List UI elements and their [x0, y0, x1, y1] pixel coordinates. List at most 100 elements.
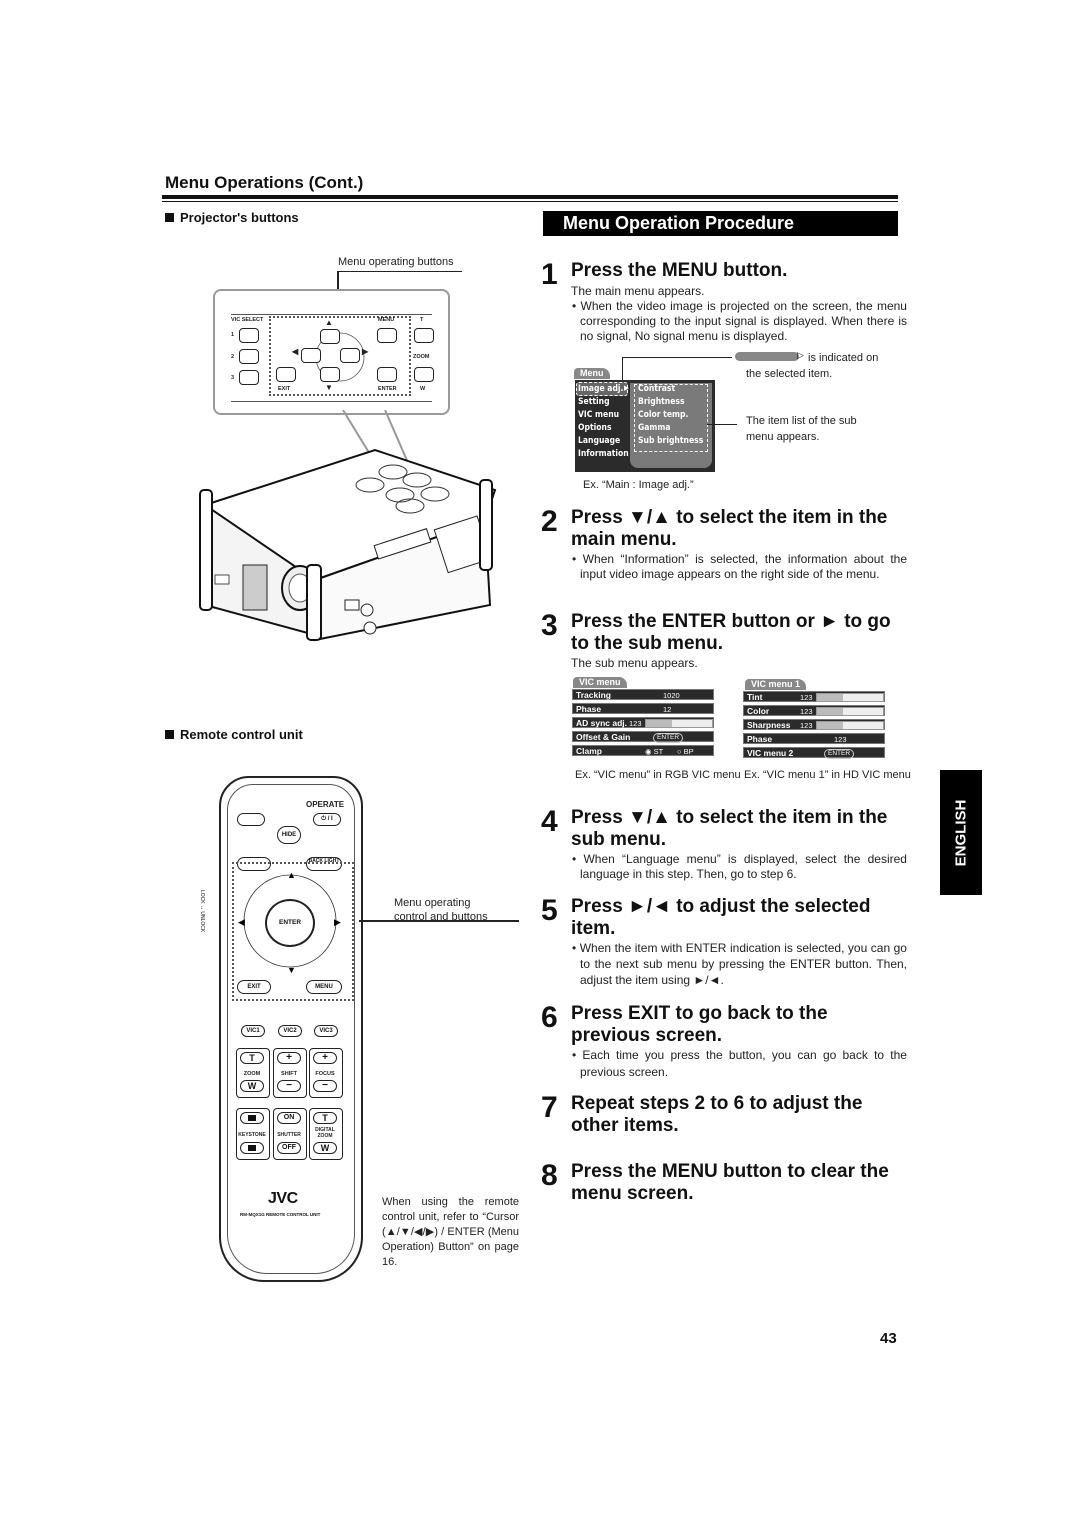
note-sublist: The item list of the sub menu appears.	[746, 415, 857, 443]
main-menu-item[interactable]: Language	[578, 435, 629, 448]
zoom-w-remote-button[interactable]: W	[240, 1080, 264, 1092]
focus-plus-button[interactable]: +	[313, 1052, 337, 1064]
remote-exit-button[interactable]: EXIT	[237, 980, 271, 994]
down-button[interactable]	[320, 367, 340, 382]
main-menu-item[interactable]: Setting	[578, 396, 629, 409]
step-6-bullet-text: Each time you press the button, you can …	[580, 1048, 907, 1079]
vic-row-value: 123	[629, 719, 642, 728]
vic-select-1-button[interactable]	[239, 328, 259, 343]
zoom-w-button[interactable]	[414, 367, 434, 382]
step-1-lead: The main menu appears.	[571, 284, 705, 298]
step-4-bullet: • When “Language menu” is displayed, sel…	[572, 852, 907, 881]
main-menu-item[interactable]: Information	[578, 448, 629, 461]
clamp-option-radio[interactable]: ○ BP	[677, 746, 694, 757]
square-bullet-icon	[165, 213, 174, 222]
projector-illustration	[199, 410, 497, 642]
step-2-title: Press ▼/▲ to select the item in the main…	[571, 507, 888, 550]
clamp-option-radio[interactable]: ◉ ST	[645, 746, 663, 757]
menu-label: MENU	[378, 317, 395, 323]
sub-menu-item[interactable]: Contrast	[638, 383, 703, 396]
projector-callout: Menu operating buttons	[338, 256, 454, 268]
main-menu-item[interactable]: VIC menu	[578, 409, 629, 422]
vic-menu-row[interactable]: Tracking 1020	[572, 689, 714, 700]
down-arrow-icon: ▼	[325, 383, 333, 392]
slider-fill	[817, 708, 844, 715]
keystone-down-icon	[248, 1145, 256, 1151]
left-button[interactable]	[301, 348, 321, 363]
menu-button[interactable]	[377, 328, 397, 343]
keystone-up-button[interactable]	[240, 1112, 264, 1124]
sublist-callout-line	[707, 424, 737, 425]
step-6-number: 6	[541, 1001, 558, 1034]
selected-callout-line	[622, 357, 732, 358]
shift-plus-button[interactable]: +	[277, 1052, 301, 1064]
exit-button[interactable]	[276, 367, 296, 382]
shutter-on-button[interactable]: ON	[277, 1112, 301, 1124]
focus-minus-button[interactable]: −	[313, 1080, 337, 1092]
right-button[interactable]	[340, 348, 360, 363]
step-5-number: 5	[541, 894, 558, 927]
vic-row-label: Phase	[747, 734, 773, 744]
main-menu-item[interactable]: Options	[578, 422, 629, 435]
enter-button[interactable]	[377, 367, 397, 382]
sub-menu-item[interactable]: Sub brightness	[638, 435, 703, 448]
vic-menu-row[interactable]: AD sync adj. 123	[572, 717, 714, 728]
vic-menu-row[interactable]: VIC menu 2 ENTER	[743, 747, 885, 759]
power-button[interactable]: ⏻ / I	[313, 813, 341, 826]
up-button[interactable]	[320, 329, 340, 344]
hide-button[interactable]: HIDE	[277, 826, 301, 844]
vic-row-slider[interactable]	[816, 707, 884, 716]
shutter-off-button[interactable]: OFF	[277, 1142, 301, 1154]
vic-menu-row[interactable]: Phase 12	[572, 703, 714, 714]
vic1-button[interactable]: VIC1	[241, 1025, 265, 1037]
note-selected: is indicated on the selected item.	[746, 352, 879, 380]
sub-menu-item[interactable]: Color temp.	[638, 409, 703, 422]
vic-menu-row[interactable]: Clamp ◉ ST ○ BP	[572, 745, 714, 756]
remote-enter-button[interactable]: ENTER	[265, 899, 315, 947]
vic2-button[interactable]: VIC2	[278, 1025, 302, 1037]
main-menu-caption: Ex. “Main : Image adj.”	[583, 479, 694, 491]
vic-select-2-button[interactable]	[239, 349, 259, 364]
vic-row-slider[interactable]	[645, 719, 713, 728]
right-arrow-icon: ▶	[362, 347, 369, 356]
digital-zoom-t-button[interactable]: T	[313, 1112, 337, 1124]
sub-menu-item[interactable]: Gamma	[638, 422, 703, 435]
remote-model-label: RM-MQX1G REMOTE CONTROL UNIT	[240, 1212, 321, 1217]
step-7-number: 7	[541, 1091, 558, 1124]
lock-unlock-label: LOCK ↔ UNLOCK	[199, 890, 205, 933]
blank-button[interactable]	[237, 813, 265, 826]
vic-menu-row[interactable]: Tint 123	[743, 691, 885, 702]
sub-menu-item[interactable]: Brightness	[638, 396, 703, 409]
vic-row-slider[interactable]	[816, 721, 884, 730]
step-5-bullet: • When the item with ENTER indication is…	[572, 941, 907, 987]
keystone-down-button[interactable]	[240, 1142, 264, 1154]
vic-row-slider[interactable]	[816, 693, 884, 702]
vic-menu-row[interactable]: Sharpness 123	[743, 719, 885, 730]
zoom-t-button[interactable]	[414, 328, 434, 343]
vic-menu-row[interactable]: Color 123	[743, 705, 885, 716]
vic-menu-row[interactable]: Phase 123	[743, 733, 885, 744]
up-arrow-icon: ▲	[325, 318, 333, 327]
jvc-logo: JVC	[268, 1190, 298, 1207]
step-1-bullet-text: When the video image is projected on the…	[580, 299, 907, 343]
step-4-bullet-text: When “Language menu” is displayed, selec…	[580, 852, 907, 881]
projector-heading: Projector's buttons	[165, 210, 299, 225]
remote-heading-text: Remote control unit	[180, 727, 303, 742]
remote-menu-button[interactable]: MENU	[306, 980, 342, 994]
vic-select-label: VIC SELECT	[231, 317, 264, 323]
slider-fill	[817, 722, 844, 729]
callout-line	[337, 271, 462, 272]
main-menu-item[interactable]: Image adj.	[578, 383, 629, 396]
remote-right-arrow-icon: ▶	[334, 917, 341, 927]
digital-zoom-w-button[interactable]: W	[313, 1142, 337, 1154]
vic-row-label: Tracking	[576, 690, 611, 700]
shift-minus-button[interactable]: −	[277, 1080, 301, 1092]
header-rule-thin	[162, 201, 898, 202]
vic-menu-row[interactable]: Offset & Gain ENTER	[572, 731, 714, 743]
vic-select-3-button[interactable]	[239, 370, 259, 385]
vic3-button[interactable]: VIC3	[314, 1025, 338, 1037]
step-1-bullet: • When the video image is projected on t…	[572, 299, 907, 343]
zoom-t-remote-button[interactable]: T	[240, 1052, 264, 1064]
enter-badge: ENTER	[824, 749, 855, 759]
focus-label: FOCUS	[315, 1071, 335, 1077]
